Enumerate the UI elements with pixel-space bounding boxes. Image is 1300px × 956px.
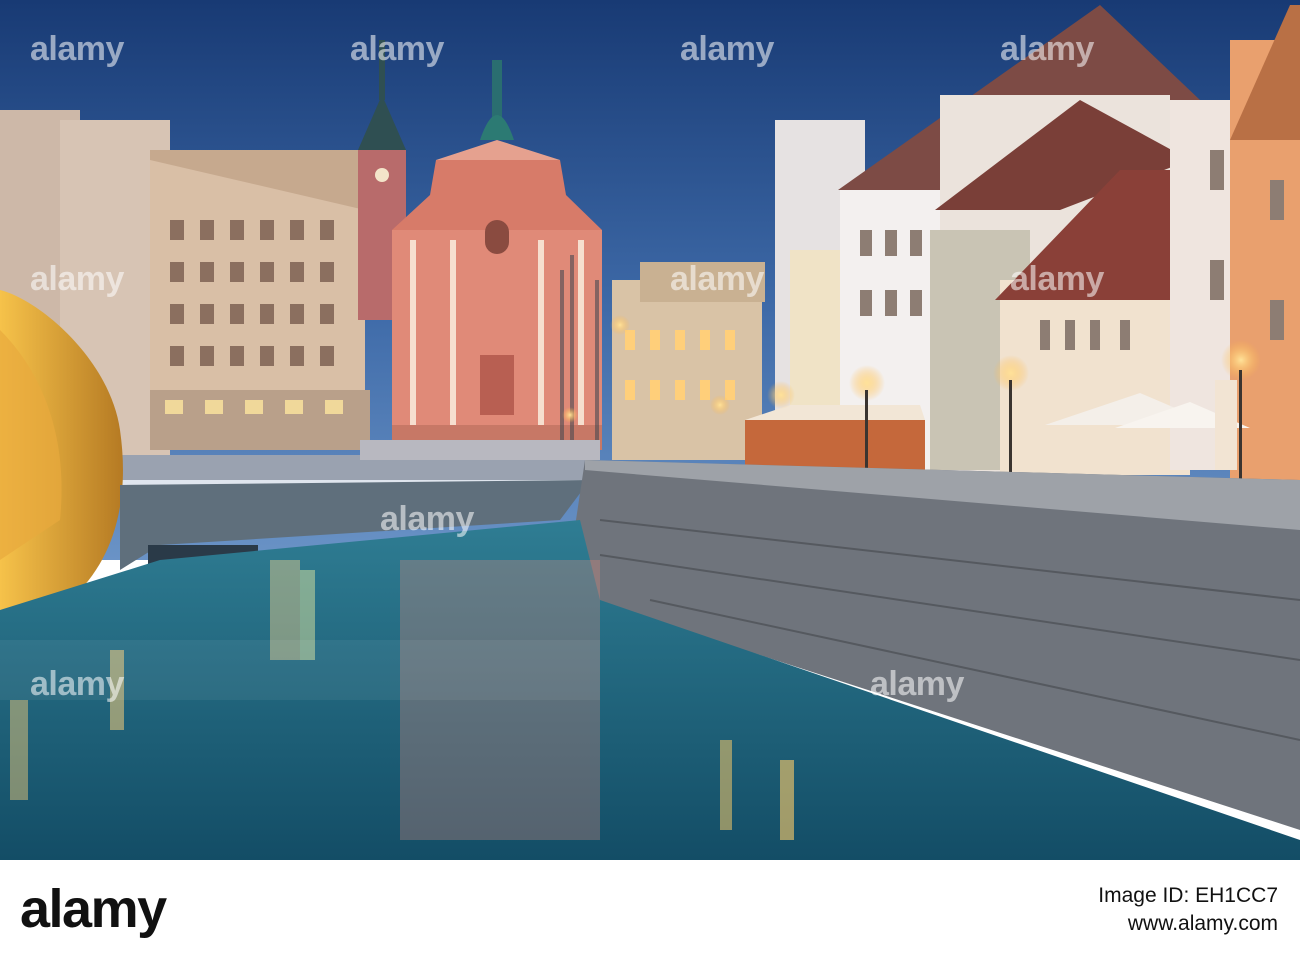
site-url: www.alamy.com — [1127, 912, 1278, 935]
image-meta: Image ID: EH1CC7 www.alamy.com — [1098, 884, 1278, 936]
scene-illustration — [0, 0, 1300, 860]
watermark-text: alamy — [30, 665, 124, 703]
watermark-text: alamy — [870, 665, 964, 703]
photo: alamy alamy alamy alamy alamy alamy alam… — [0, 0, 1300, 860]
watermark-text: alamy — [30, 30, 124, 68]
watermark-text: alamy — [1010, 260, 1104, 298]
alamy-logo: alamy — [20, 879, 167, 939]
watermark-text: alamy — [350, 30, 444, 68]
watermark-text: alamy — [670, 260, 764, 298]
watermark-text: alamy — [680, 30, 774, 68]
watermark-text: alamy — [380, 500, 474, 538]
watermark-text: alamy — [1000, 30, 1094, 68]
stock-footer: alamy Image ID: EH1CC7 www.alamy.com — [0, 860, 1300, 956]
watermark-text: alamy — [30, 260, 124, 298]
image-id: Image ID: EH1CC7 — [1098, 884, 1278, 907]
